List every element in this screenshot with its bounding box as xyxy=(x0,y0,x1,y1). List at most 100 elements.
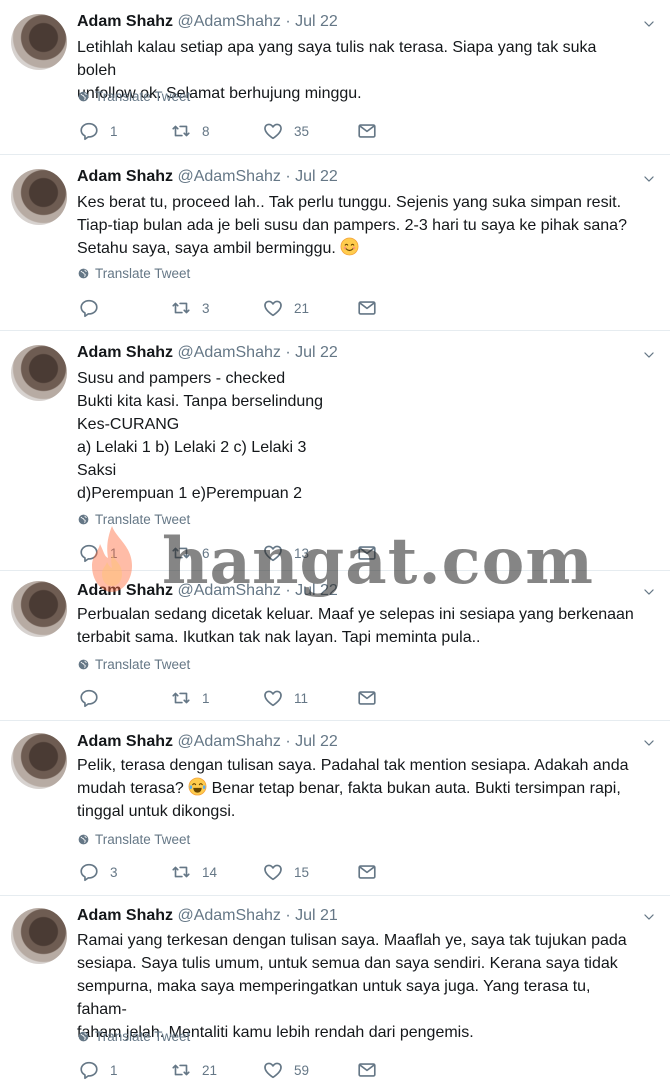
heart-icon xyxy=(262,542,284,564)
retweet-count: 21 xyxy=(202,1062,218,1078)
chevron-down-icon[interactable] xyxy=(642,348,656,362)
retweet-button[interactable]: 6 xyxy=(170,542,210,564)
translate-tweet-link[interactable]: Translate Tweet xyxy=(77,89,190,104)
tweet-actions: 1 8 35 xyxy=(78,120,398,144)
user-name[interactable]: Adam Shahz xyxy=(77,168,173,185)
chevron-down-icon[interactable] xyxy=(642,585,656,599)
like-count: 35 xyxy=(294,123,310,139)
user-name[interactable]: Adam Shahz xyxy=(77,344,173,361)
chevron-down-icon[interactable] xyxy=(642,736,656,750)
tweet-actions: 1 11 xyxy=(78,687,398,711)
tweet[interactable]: Adam Shahz @AdamShahz · Jul 22 Pelik, te… xyxy=(0,721,670,896)
tweet[interactable]: Adam Shahz @AdamShahz · Jul 22 Kes berat… xyxy=(0,155,670,331)
tweet[interactable]: Adam Shahz @AdamShahz · Jul 22 Letihlah … xyxy=(0,0,670,155)
tweet-date[interactable]: · Jul 22 xyxy=(285,13,337,30)
like-button[interactable]: 13 xyxy=(262,542,309,564)
translate-label: Translate Tweet xyxy=(95,1029,191,1044)
reply-button[interactable]: 1 xyxy=(78,1059,118,1081)
avatar[interactable] xyxy=(11,169,67,225)
user-handle[interactable]: @AdamShahz xyxy=(177,344,280,361)
retweet-count: 14 xyxy=(202,864,218,880)
tweet-date[interactable]: · Jul 22 xyxy=(285,168,337,185)
envelope-icon xyxy=(356,120,378,142)
translate-label: Translate Tweet xyxy=(95,832,191,847)
tweet-date[interactable]: · Jul 21 xyxy=(285,907,337,924)
avatar[interactable] xyxy=(11,581,67,637)
user-name[interactable]: Adam Shahz xyxy=(77,582,173,599)
heart-icon xyxy=(262,687,284,709)
direct-message-button[interactable] xyxy=(356,542,378,564)
like-button[interactable]: 15 xyxy=(262,861,309,883)
tweet-date[interactable]: · Jul 22 xyxy=(285,582,337,599)
avatar[interactable] xyxy=(11,908,67,964)
like-count: 15 xyxy=(294,864,310,880)
translate-label: Translate Tweet xyxy=(95,266,191,281)
chevron-down-icon[interactable] xyxy=(642,172,656,186)
reply-count: 1 xyxy=(110,1062,118,1078)
tweet-actions: 1 6 13 xyxy=(78,542,398,566)
envelope-icon xyxy=(356,297,378,319)
tweet-header: Adam Shahz @AdamShahz · Jul 22 xyxy=(77,582,338,600)
user-handle[interactable]: @AdamShahz xyxy=(177,582,280,599)
reply-button[interactable]: 1 xyxy=(78,120,118,142)
translate-tweet-link[interactable]: Translate Tweet xyxy=(77,512,190,527)
retweet-button[interactable]: 1 xyxy=(170,687,210,709)
like-button[interactable]: 35 xyxy=(262,120,309,142)
envelope-icon xyxy=(356,1059,378,1081)
user-handle[interactable]: @AdamShahz xyxy=(177,168,280,185)
avatar[interactable] xyxy=(11,733,67,789)
heart-icon xyxy=(262,297,284,319)
tweet-text: Ramai yang terkesan dengan tulisan saya.… xyxy=(77,932,627,1041)
reply-button[interactable]: 3 xyxy=(78,861,118,883)
like-button[interactable]: 11 xyxy=(262,687,308,709)
avatar[interactable] xyxy=(11,14,67,70)
envelope-icon xyxy=(356,542,378,564)
reply-icon xyxy=(78,861,100,883)
envelope-icon xyxy=(356,687,378,709)
reply-button[interactable]: 1 xyxy=(78,542,118,564)
reply-button[interactable] xyxy=(78,297,110,319)
tweet[interactable]: Adam Shahz @AdamShahz · Jul 22 Susu and … xyxy=(0,331,670,571)
retweet-button[interactable]: 21 xyxy=(170,1059,217,1081)
retweet-icon xyxy=(170,861,192,883)
chevron-down-icon[interactable] xyxy=(642,910,656,924)
tweet-text: Perbualan sedang dicetak keluar. Maaf ye… xyxy=(77,606,634,646)
tweet[interactable]: Adam Shahz @AdamShahz · Jul 21 Ramai yan… xyxy=(0,896,670,1088)
tweet[interactable]: Adam Shahz @AdamShahz · Jul 22 Perbualan… xyxy=(0,571,670,721)
retweet-count: 1 xyxy=(202,690,210,706)
reply-count: 3 xyxy=(110,864,118,880)
avatar[interactable] xyxy=(11,345,67,401)
retweet-button[interactable]: 14 xyxy=(170,861,217,883)
user-handle[interactable]: @AdamShahz xyxy=(177,907,280,924)
translate-tweet-link[interactable]: Translate Tweet xyxy=(77,832,190,847)
translate-tweet-link[interactable]: Translate Tweet xyxy=(77,657,190,672)
like-button[interactable]: 59 xyxy=(262,1059,309,1081)
translate-tweet-link[interactable]: Translate Tweet xyxy=(77,1029,190,1044)
retweet-button[interactable]: 3 xyxy=(170,297,210,319)
direct-message-button[interactable] xyxy=(356,120,378,142)
translate-tweet-link[interactable]: Translate Tweet xyxy=(77,266,190,281)
tweet-header: Adam Shahz @AdamShahz · Jul 21 xyxy=(77,907,338,925)
user-handle[interactable]: @AdamShahz xyxy=(177,733,280,750)
like-count: 21 xyxy=(294,300,310,316)
like-button[interactable]: 21 xyxy=(262,297,309,319)
tweet-date[interactable]: · Jul 22 xyxy=(285,344,337,361)
user-name[interactable]: Adam Shahz xyxy=(77,13,173,30)
heart-icon xyxy=(262,120,284,142)
user-name[interactable]: Adam Shahz xyxy=(77,907,173,924)
user-handle[interactable]: @AdamShahz xyxy=(177,13,280,30)
chevron-down-icon[interactable] xyxy=(642,17,656,31)
tweet-header: Adam Shahz @AdamShahz · Jul 22 xyxy=(77,733,338,751)
direct-message-button[interactable] xyxy=(356,861,378,883)
direct-message-button[interactable] xyxy=(356,1059,378,1081)
direct-message-button[interactable] xyxy=(356,297,378,319)
reply-button[interactable] xyxy=(78,687,110,709)
direct-message-button[interactable] xyxy=(356,687,378,709)
retweet-icon xyxy=(170,687,192,709)
retweet-icon xyxy=(170,120,192,142)
user-name[interactable]: Adam Shahz xyxy=(77,733,173,750)
like-count: 59 xyxy=(294,1062,310,1078)
retweet-button[interactable]: 8 xyxy=(170,120,210,142)
tweet-date[interactable]: · Jul 22 xyxy=(285,733,337,750)
reply-count: 1 xyxy=(110,123,118,139)
